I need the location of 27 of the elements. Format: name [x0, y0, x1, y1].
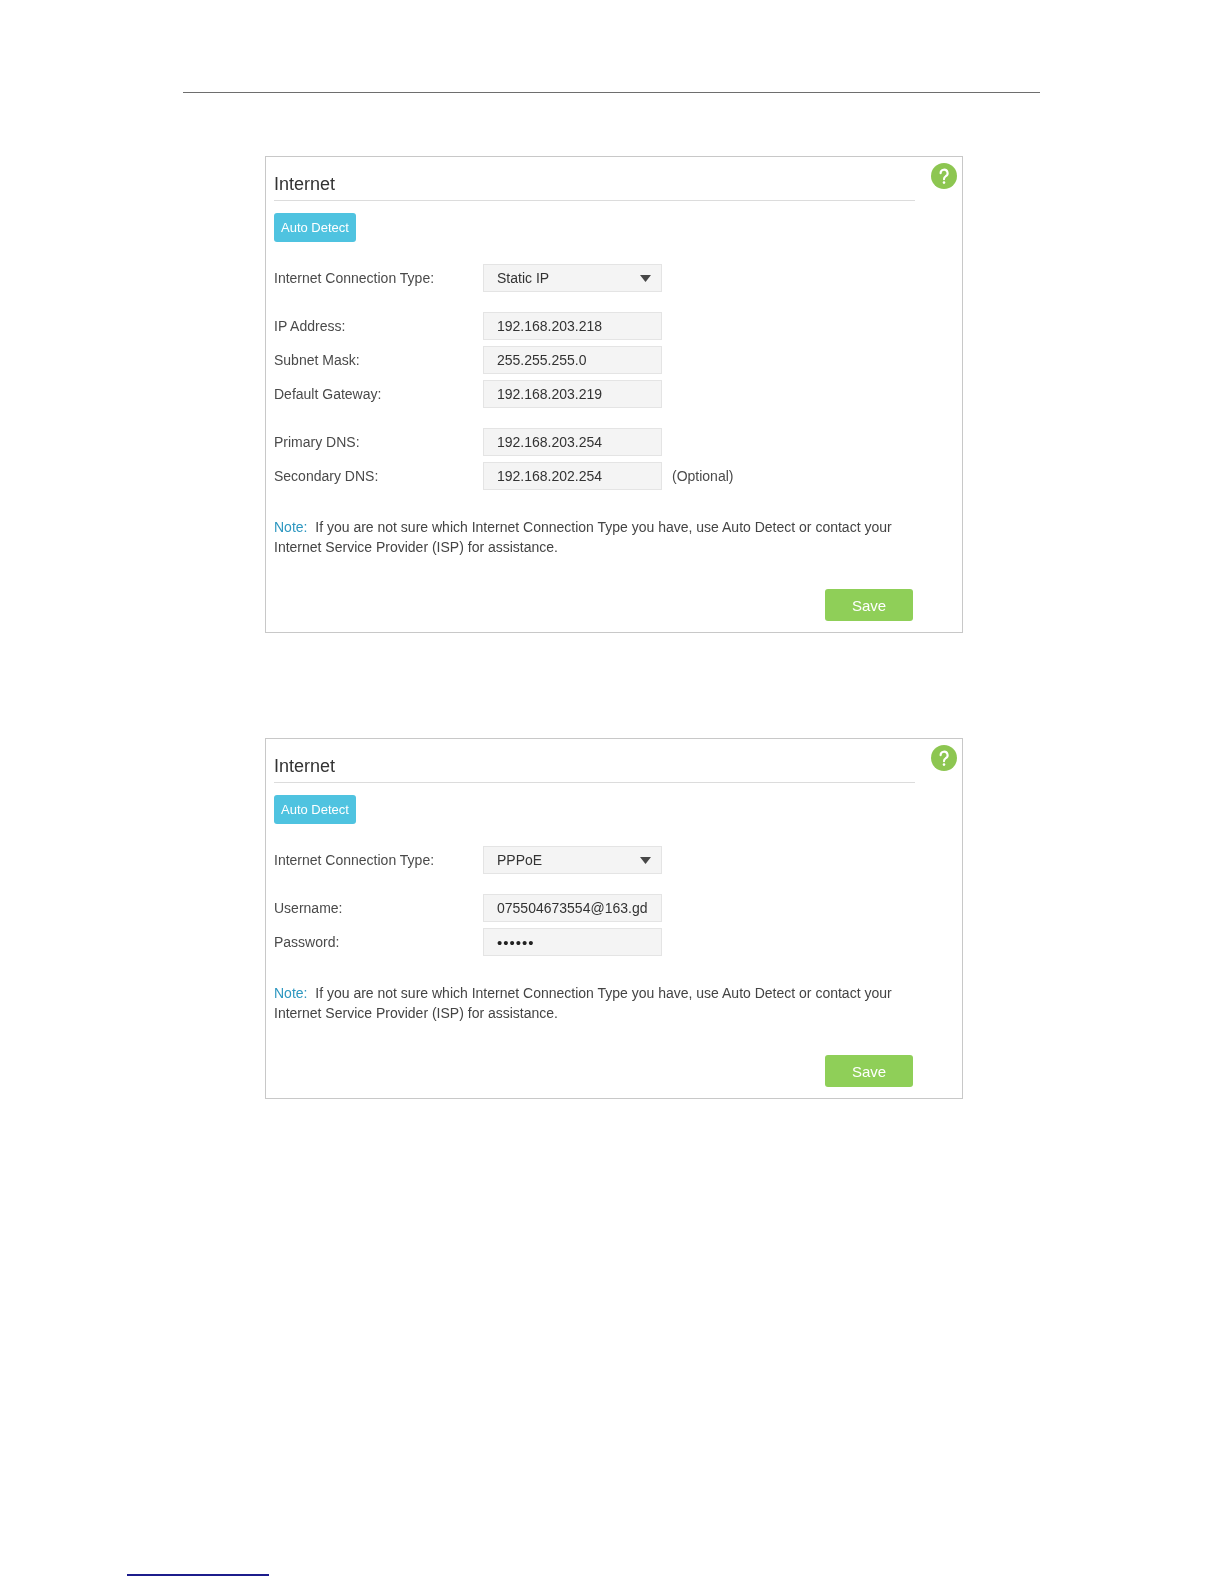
text-field[interactable]: 075504673554@163.gd [483, 894, 662, 922]
field-label: Internet Connection Type: [274, 270, 436, 286]
help-icon[interactable] [931, 163, 957, 189]
note-text: Note: If you are not sure which Internet Connection Type you have, use Auto Detect or contact your Internet Service Provider (ISP) for assistance. [274, 518, 893, 557]
field-label: Primary DNS: [274, 434, 361, 450]
password-field[interactable]: •••••• [483, 928, 662, 956]
field-label: Default Gateway: [274, 386, 383, 402]
text-field[interactable]: 192.168.202.254 [483, 462, 662, 490]
caret-icon [640, 856, 651, 864]
help-icon[interactable] [931, 745, 957, 771]
connection-type-dropdown[interactable]: Static IP [483, 264, 662, 292]
section-title: Internet [274, 755, 336, 777]
text-field[interactable]: 192.168.203.254 [483, 428, 662, 456]
section-title: Internet [274, 173, 336, 195]
hint-text: (Optional) [672, 468, 734, 484]
field-label: Subnet Mask: [274, 352, 361, 368]
field-label: Password: [274, 934, 341, 950]
field-label: IP Address: [274, 318, 347, 334]
text-field[interactable]: 192.168.203.219 [483, 380, 662, 408]
field-label: Username: [274, 900, 344, 916]
caret-icon [640, 274, 651, 282]
field-label: Internet Connection Type: [274, 852, 436, 868]
note-text: Note: If you are not sure which Internet Connection Type you have, use Auto Detect or contact your Internet Service Provider (ISP) for assistance. [274, 984, 893, 1023]
text-field[interactable]: 255.255.255.0 [483, 346, 662, 374]
field-label: Secondary DNS: [274, 468, 380, 484]
connection-type-dropdown[interactable]: PPPoE [483, 846, 662, 874]
text-field[interactable]: 192.168.203.218 [483, 312, 662, 340]
